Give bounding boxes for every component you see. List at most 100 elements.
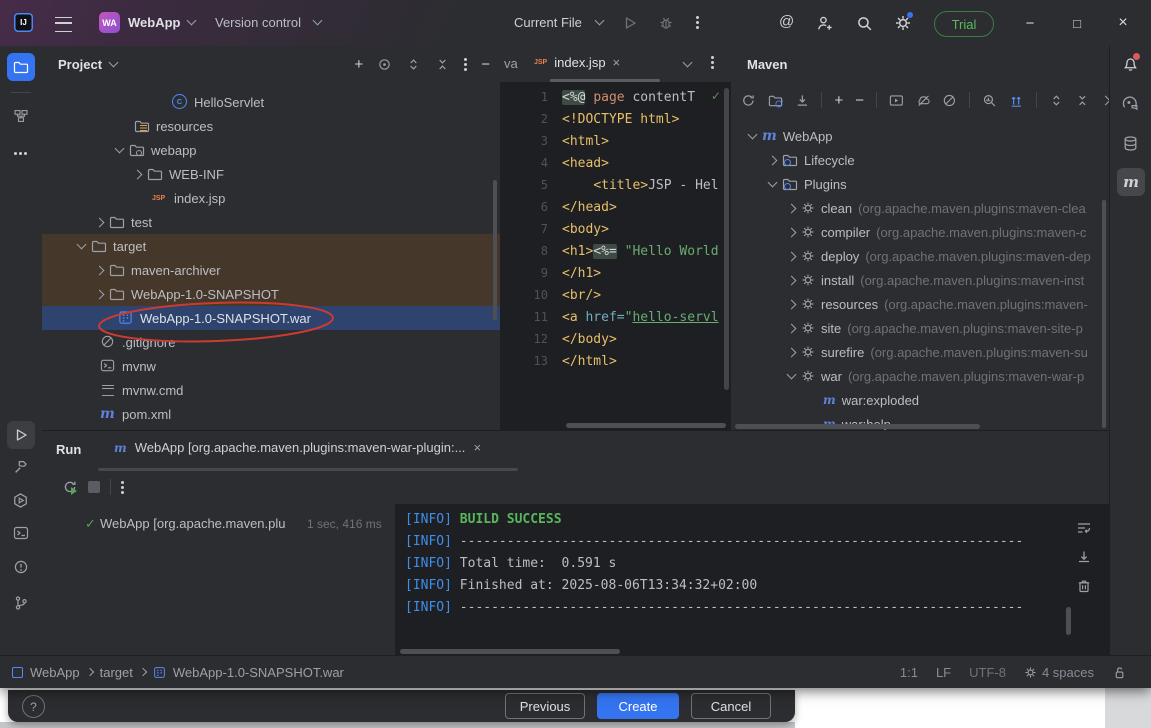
code-line[interactable]: 6</head>	[500, 196, 731, 218]
breadcrumb-item[interactable]: WebApp	[30, 665, 80, 680]
file-encoding[interactable]: UTF-8	[969, 665, 1006, 680]
maven-vscrollbar[interactable]	[1102, 200, 1106, 428]
ai-assistant-toolwindow-button[interactable]	[1122, 95, 1139, 112]
download-sources-icon[interactable]	[795, 93, 810, 108]
maven-hscrollbar[interactable]	[735, 424, 980, 429]
tree-item-mvnw[interactable]: mvnw	[42, 354, 500, 378]
tab-index-jsp[interactable]: JSP index.jsp ×	[534, 55, 620, 70]
chevron-down-icon[interactable]	[683, 58, 693, 68]
cancel-button[interactable]: Cancel	[691, 693, 771, 719]
settings-button[interactable]	[894, 14, 912, 32]
collapse-all-icon[interactable]	[435, 57, 450, 72]
create-button[interactable]: Create	[597, 693, 679, 719]
maximize-button[interactable]: □	[1066, 12, 1088, 34]
partial-tab[interactable]: va	[504, 56, 518, 71]
line-ending[interactable]: LF	[936, 665, 951, 680]
terminal-toolwindow-button[interactable]	[13, 525, 29, 541]
maven-plugin-war[interactable]: war (org.apache.maven.plugins:maven-war-…	[731, 364, 1109, 388]
rerun-button[interactable]	[62, 479, 78, 495]
select-opened-file-icon[interactable]	[377, 57, 392, 72]
project-toolwindow-button[interactable]	[7, 53, 35, 81]
code-line[interactable]: 1<%@ page contentT	[500, 86, 731, 108]
expand-all-icon[interactable]	[1049, 93, 1064, 108]
soft-wrap-icon[interactable]	[1076, 520, 1092, 536]
tree-item-index-jsp[interactable]: JSP index.jsp	[42, 186, 500, 210]
chevron-down-icon[interactable]	[77, 240, 87, 250]
tree-item-resources[interactable]: resources	[42, 114, 500, 138]
code-line[interactable]: 12</body>	[500, 328, 731, 350]
remove-maven-project-icon[interactable]: −	[855, 92, 864, 109]
chevron-right-icon[interactable]	[787, 323, 797, 333]
chevron-down-icon[interactable]	[748, 130, 758, 140]
breadcrumb-item[interactable]: WebApp-1.0-SNAPSHOT.war	[173, 665, 344, 680]
more-run-options-icon[interactable]	[696, 21, 699, 24]
close-button[interactable]: ×	[1112, 12, 1134, 34]
execute-goal-icon[interactable]	[889, 93, 904, 108]
services-toolwindow-button[interactable]	[12, 492, 29, 509]
dependency-analyzer-icon[interactable]	[1009, 93, 1024, 108]
maven-goal-war-exploded[interactable]: m war:exploded	[731, 388, 1109, 412]
add-maven-project-icon[interactable]: +	[834, 92, 843, 109]
chevron-right-icon[interactable]	[95, 289, 105, 299]
tree-item-test[interactable]: test	[42, 210, 500, 234]
chevron-right-icon[interactable]	[787, 347, 797, 357]
caret-position[interactable]: 1:1	[900, 665, 918, 680]
main-menu-button[interactable]	[55, 17, 72, 32]
code-line[interactable]: 5 <title>JSP - Hel	[500, 174, 731, 196]
run-tab[interactable]: m WebApp [org.apache.maven.plugins:maven…	[114, 440, 481, 455]
tree-item-webapp[interactable]: webapp	[42, 138, 500, 162]
editor-vscrollbar[interactable]	[724, 88, 729, 390]
chevron-right-icon[interactable]	[787, 275, 797, 285]
code-line[interactable]: 3<html>	[500, 130, 731, 152]
run-hscrollbar[interactable]	[400, 649, 620, 654]
run-config-selector[interactable]: Current File	[514, 15, 582, 30]
inspection-check-icon[interactable]: ✓	[711, 89, 721, 103]
clear-console-icon[interactable]	[1076, 578, 1092, 594]
chevron-right-icon[interactable]	[133, 169, 143, 179]
code-line[interactable]: 8<h1><%= "Hello World	[500, 240, 731, 262]
debug-button[interactable]	[658, 15, 674, 31]
tree-item-pom-xml[interactable]: m pom.xml	[42, 402, 500, 426]
reload-projects-icon[interactable]	[741, 93, 756, 108]
maven-plugin-compiler[interactable]: compiler (org.apache.maven.plugins:maven…	[731, 220, 1109, 244]
search-icon[interactable]	[856, 15, 873, 32]
maven-plugin-install[interactable]: install (org.apache.maven.plugins:maven-…	[731, 268, 1109, 292]
skip-tests-icon[interactable]	[942, 93, 957, 108]
console[interactable]: [INFO] BUILD SUCCESS[INFO] -------------…	[395, 504, 1109, 656]
maven-plugin-site[interactable]: site (org.apache.maven.plugins:maven-sit…	[731, 316, 1109, 340]
project-selector[interactable]: WebApp	[128, 15, 180, 30]
run-options-icon[interactable]	[121, 486, 124, 489]
expand-all-icon[interactable]	[406, 57, 421, 72]
maven-item-lifecycle[interactable]: Lifecycle	[731, 148, 1109, 172]
vcs-widget[interactable]: Version control	[215, 15, 301, 30]
tab-options-icon[interactable]	[711, 61, 714, 64]
git-toolwindow-button[interactable]	[13, 595, 29, 611]
chevron-down-icon[interactable]	[787, 370, 797, 380]
maven-plugin-resources[interactable]: resources (org.apache.maven.plugins:mave…	[731, 292, 1109, 316]
help-button[interactable]: ?	[22, 695, 45, 718]
run-panel-title[interactable]: Run	[56, 442, 81, 457]
build-toolwindow-button[interactable]	[13, 459, 29, 475]
tab-scrollbar[interactable]	[550, 79, 660, 82]
add-user-icon[interactable]	[816, 15, 833, 32]
code-line[interactable]: 7<body>	[500, 218, 731, 240]
maven-item-plugins[interactable]: Plugins	[731, 172, 1109, 196]
run-button[interactable]	[622, 15, 638, 31]
previous-button[interactable]: Previous	[505, 693, 585, 719]
notifications-button[interactable]	[1122, 55, 1139, 72]
tree-item-webapp-snapshot-folder[interactable]: WebApp-1.0-SNAPSHOT	[42, 282, 500, 306]
console-vscrollbar[interactable]	[1066, 607, 1071, 635]
tree-item-web-inf[interactable]: WEB-INF	[42, 162, 500, 186]
chevron-down-icon[interactable]	[115, 144, 125, 154]
chevron-right-icon[interactable]	[787, 203, 797, 213]
lock-open-icon[interactable]	[1112, 665, 1127, 680]
tree-item-helloservlet[interactable]: C HelloServlet	[42, 90, 500, 114]
more-toolwindows-icon[interactable]	[19, 152, 22, 155]
code-line[interactable]: 4<head>	[500, 152, 731, 174]
new-item-button[interactable]: +	[354, 56, 363, 73]
hide-panel-button[interactable]: −	[481, 56, 490, 73]
maven-plugin-deploy[interactable]: deploy (org.apache.maven.plugins:maven-d…	[731, 244, 1109, 268]
offline-mode-icon[interactable]	[916, 93, 931, 108]
chevron-right-icon[interactable]	[787, 227, 797, 237]
indent-widget[interactable]: 4 spaces	[1024, 665, 1094, 680]
